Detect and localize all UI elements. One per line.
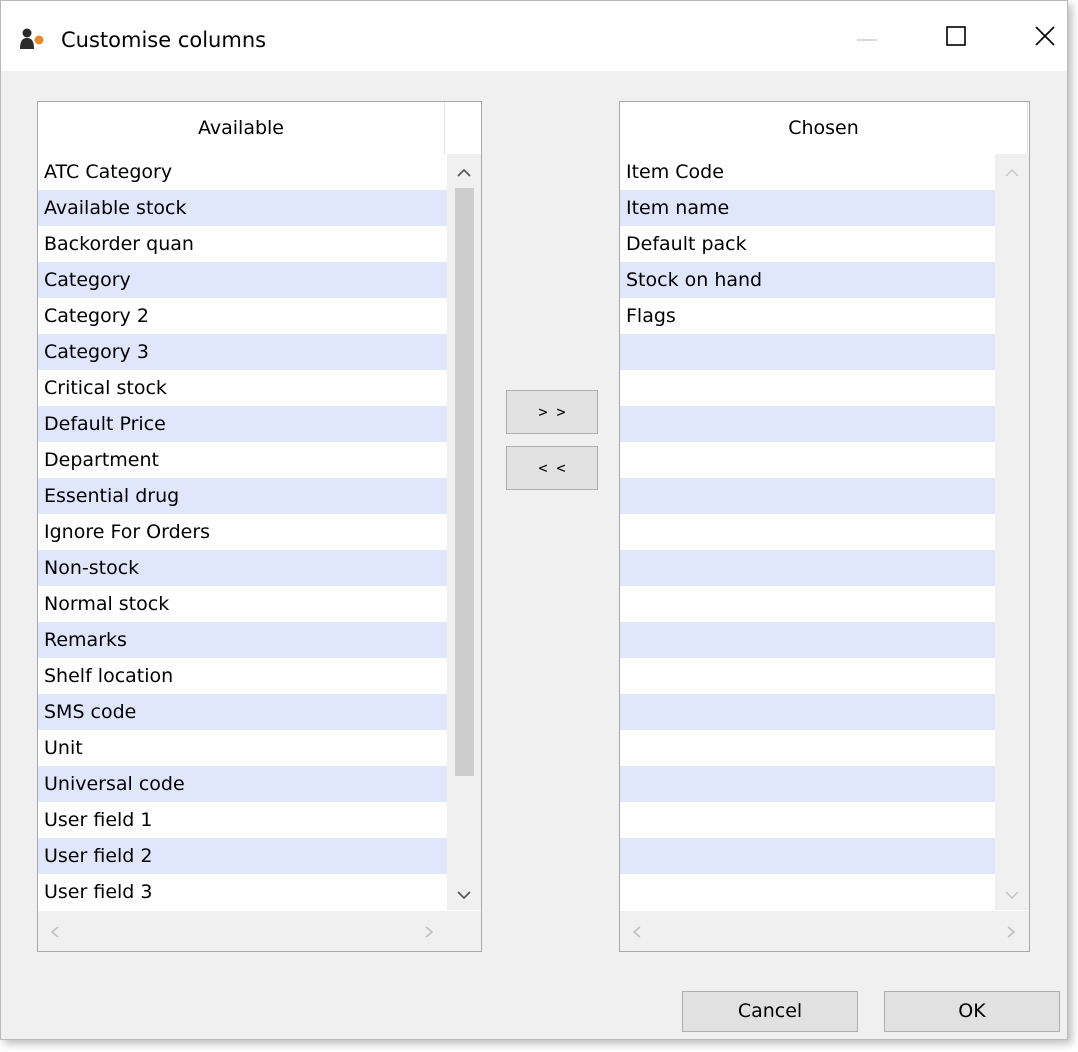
available-list-item[interactable]: Ignore For Orders [38,514,447,550]
scroll-left-icon[interactable] [48,924,62,940]
maximize-icon [946,26,966,46]
chosen-list-item[interactable]: Flags [620,298,1029,334]
available-list-item[interactable]: Category 2 [38,298,447,334]
available-list-item[interactable]: Non-stock [38,550,447,586]
scroll-down-icon[interactable] [1003,888,1021,902]
chosen-list-item[interactable] [620,334,1029,370]
scroll-up-icon[interactable] [1003,166,1021,180]
chosen-list-item[interactable] [620,370,1029,406]
available-vertical-scrollbar[interactable] [447,154,481,910]
available-scroll-thumb[interactable] [455,188,474,776]
maximize-button[interactable] [921,11,989,65]
available-list-item[interactable]: Backorder quan [38,226,447,262]
available-list[interactable]: Available ATC Category Available stock Bac… [37,101,482,952]
available-list-item[interactable]: Available stock [38,190,447,226]
chosen-horizontal-scrollbar[interactable] [620,911,1029,951]
chosen-list-item[interactable] [620,694,1029,730]
ok-button[interactable]: OK [884,991,1060,1032]
chosen-list-item[interactable] [620,550,1029,586]
available-list-item[interactable]: Normal stock [38,586,447,622]
available-list-item[interactable]: Essential drug [38,478,447,514]
chosen-list-item[interactable]: Item Code [620,154,1029,190]
available-list-item[interactable]: User field 1 [38,802,447,838]
chosen-list-item[interactable] [620,874,1029,910]
close-icon [1035,26,1055,46]
available-horizontal-scrollbar[interactable] [38,911,481,951]
window-title: Customise columns [61,28,267,52]
scroll-right-icon[interactable] [1004,924,1018,940]
chosen-list-item[interactable] [620,478,1029,514]
minimize-button[interactable] [833,11,901,65]
chosen-list-item[interactable]: Item name [620,190,1029,226]
available-list-item[interactable]: Shelf location [38,658,447,694]
available-list-item[interactable]: Department [38,442,447,478]
chosen-rows: Item Code Item name Default pack Stock on h… [620,154,1029,910]
chosen-vertical-scrollbar[interactable] [995,154,1029,910]
remove-column-button[interactable]: < < [506,446,598,490]
minimize-icon [857,39,877,41]
available-list-item[interactable]: ATC Category [38,154,447,190]
title-bar: Customise columns [1,1,1067,71]
close-button[interactable] [1005,11,1073,65]
scroll-right-icon[interactable] [422,924,436,940]
cancel-button[interactable]: Cancel [682,991,858,1032]
available-rows: ATC Category Available stock Backorder qua… [38,154,447,910]
scroll-up-icon[interactable] [455,166,473,180]
scroll-down-icon[interactable] [455,888,473,902]
chosen-list[interactable]: Chosen Item Code Item name Default pack Sto… [619,101,1030,952]
chosen-list-item[interactable]: Stock on hand [620,262,1029,298]
chosen-list-item[interactable] [620,730,1029,766]
chosen-list-item[interactable] [620,622,1029,658]
chosen-list-item[interactable] [620,442,1029,478]
chosen-list-item[interactable] [620,838,1029,874]
available-list-item[interactable]: Category [38,262,447,298]
chosen-list-item[interactable] [620,658,1029,694]
available-list-item[interactable]: Universal code [38,766,447,802]
app-people-icon [19,28,45,50]
customise-columns-dialog: Customise columns Available ATC Category… [0,0,1068,1040]
available-list-item[interactable]: SMS code [38,694,447,730]
add-column-button[interactable]: > > [506,390,598,434]
available-list-item[interactable]: Unit [38,730,447,766]
chosen-list-item[interactable] [620,586,1029,622]
available-header: Available [38,102,445,154]
chosen-header: Chosen [620,102,1028,154]
chosen-list-item[interactable] [620,514,1029,550]
chosen-list-item[interactable] [620,802,1029,838]
available-list-item[interactable]: Critical stock [38,370,447,406]
scroll-left-icon[interactable] [630,924,644,940]
chosen-list-item[interactable]: Default pack [620,226,1029,262]
chosen-list-item[interactable] [620,766,1029,802]
available-list-item[interactable]: User field 2 [38,838,447,874]
available-list-item[interactable]: Default Price [38,406,447,442]
chosen-list-item[interactable] [620,406,1029,442]
available-list-item[interactable]: User field 3 [38,874,447,910]
available-list-item[interactable]: Category 3 [38,334,447,370]
available-list-item[interactable]: Remarks [38,622,447,658]
